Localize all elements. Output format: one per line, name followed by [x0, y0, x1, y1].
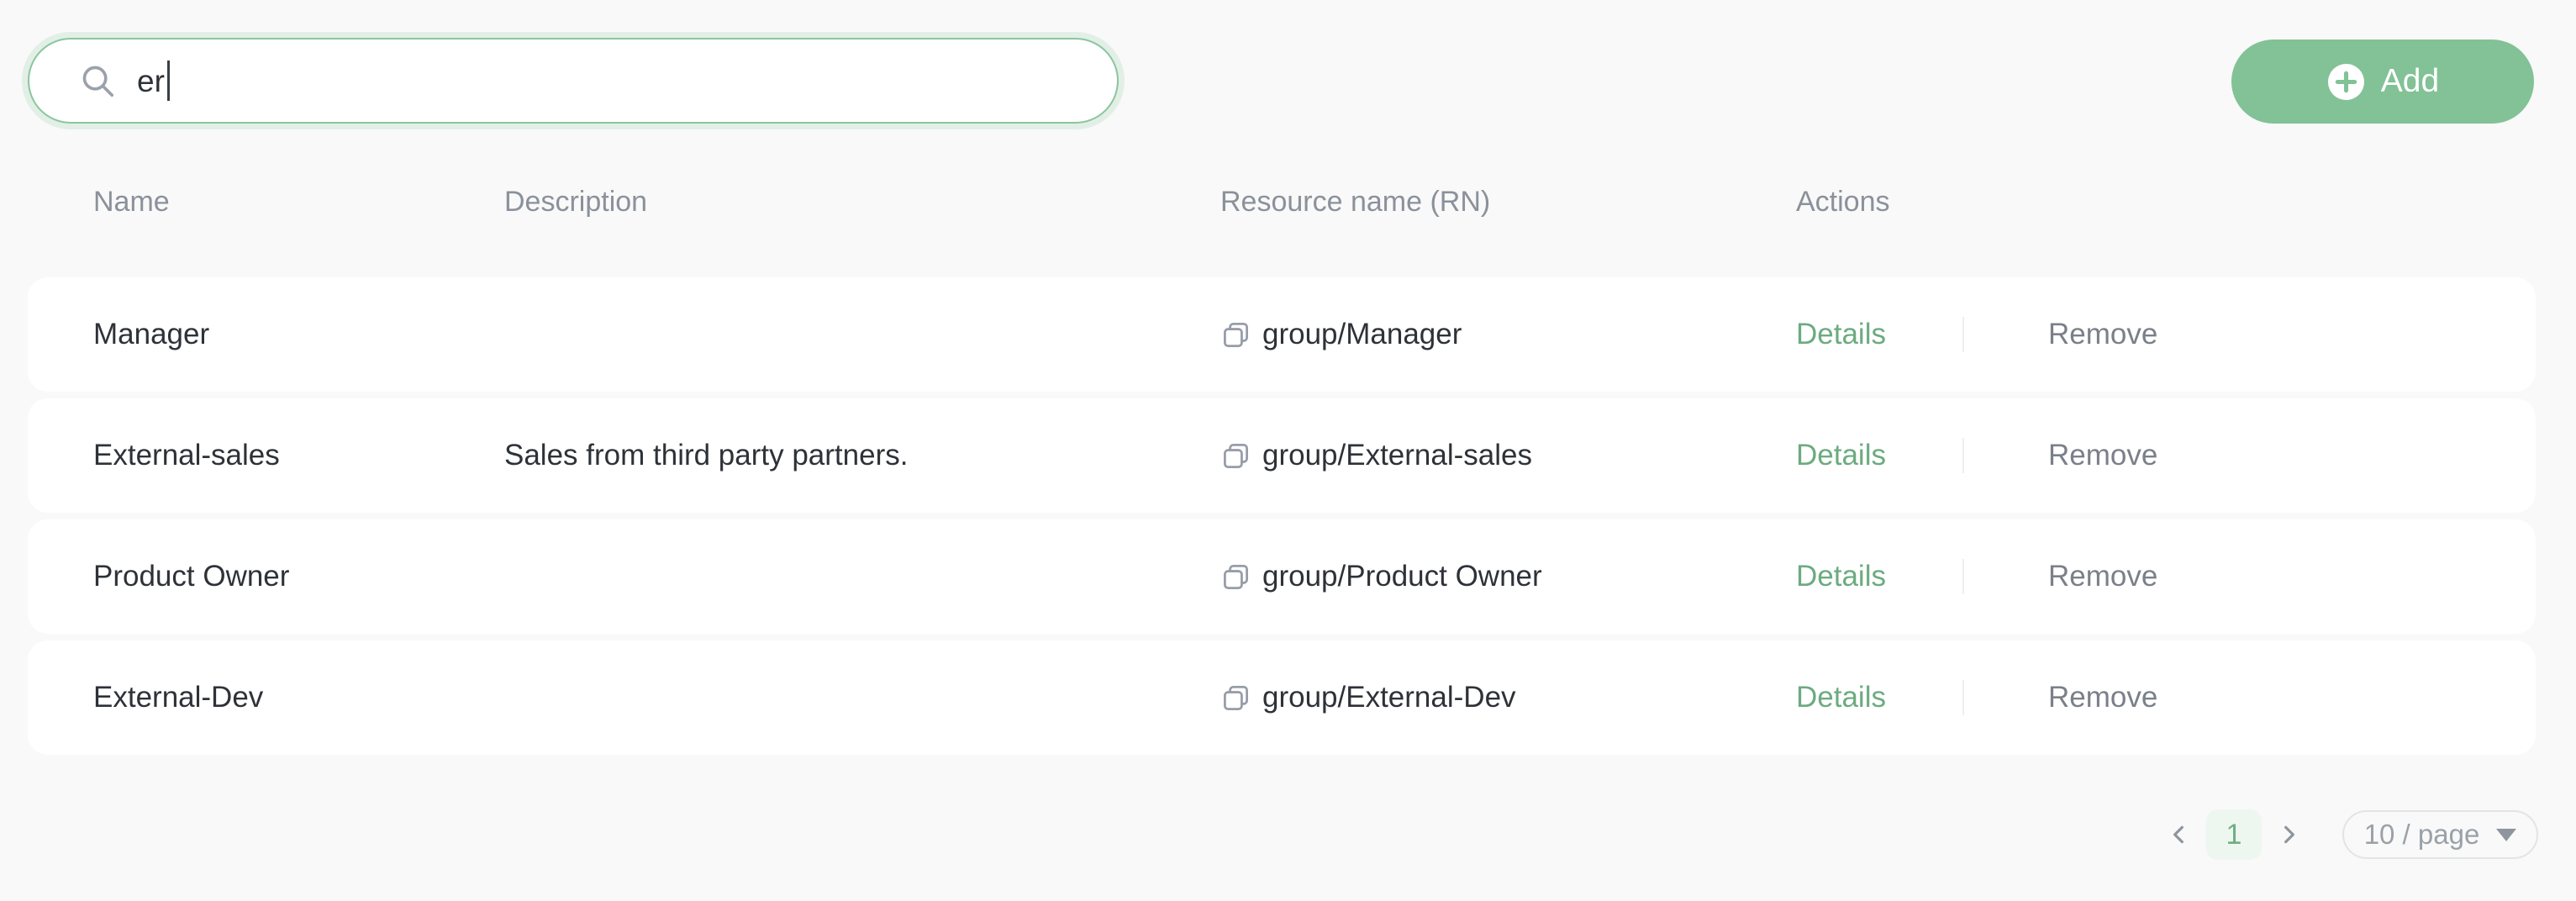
pagination: 1 10 / page — [2166, 809, 2538, 860]
details-link[interactable]: Details — [1796, 318, 1962, 351]
next-page-button[interactable] — [2275, 809, 2302, 860]
chevron-left-icon — [2166, 821, 2193, 848]
remove-link[interactable]: Remove — [2048, 560, 2157, 593]
resource-name-cell: group/External-Dev — [1220, 681, 1796, 714]
resource-name-text: group/External-sales — [1262, 439, 1532, 472]
caret-down-icon — [2496, 829, 2516, 841]
table-row: Manager group/Manager Details Remove — [28, 277, 2536, 392]
remove-link[interactable]: Remove — [2048, 681, 2157, 714]
divider — [1962, 438, 1964, 473]
group-description: Sales from third party partners. — [504, 439, 1220, 472]
details-link[interactable]: Details — [1796, 560, 1962, 593]
divider — [1962, 680, 1964, 715]
search-input[interactable]: er — [28, 38, 1119, 124]
add-button-label: Add — [2381, 63, 2439, 100]
resource-name-text: group/External-Dev — [1262, 681, 1516, 714]
remove-link[interactable]: Remove — [2048, 439, 2157, 472]
details-link[interactable]: Details — [1796, 439, 1962, 472]
chevron-right-icon — [2275, 821, 2302, 848]
resource-name-text: group/Manager — [1262, 318, 1462, 351]
page-size-value: 10 / page — [2364, 819, 2480, 851]
group-name: Product Owner — [93, 560, 504, 593]
copy-icon[interactable] — [1220, 440, 1251, 472]
table-row: Product Owner group/Product Owner Detail… — [28, 519, 2536, 634]
divider — [1962, 559, 1964, 594]
column-header-actions: Actions — [1796, 186, 2536, 219]
column-header-rn: Resource name (RN) — [1220, 186, 1796, 219]
page-size-select[interactable]: 10 / page — [2342, 810, 2538, 859]
copy-icon[interactable] — [1220, 682, 1251, 714]
search-icon — [78, 61, 117, 100]
table-header: Name Description Resource name (RN) Acti… — [28, 172, 2536, 231]
group-name: External-sales — [93, 439, 504, 472]
table-body: Manager group/Manager Details Remove Ext… — [28, 277, 2536, 755]
remove-link[interactable]: Remove — [2048, 318, 2157, 351]
plus-icon — [2326, 62, 2366, 102]
table-row: External-Dev group/External-Dev Details … — [28, 640, 2536, 755]
table-row: External-sales Sales from third party pa… — [28, 398, 2536, 513]
previous-page-button[interactable] — [2166, 809, 2193, 860]
resource-name-cell: group/Manager — [1220, 318, 1796, 351]
text-caret — [167, 61, 170, 101]
divider — [1962, 317, 1964, 352]
resource-name-cell: group/Product Owner — [1220, 560, 1796, 593]
add-button[interactable]: Add — [2231, 40, 2534, 124]
column-header-description: Description — [504, 186, 1220, 219]
copy-icon[interactable] — [1220, 561, 1251, 593]
details-link[interactable]: Details — [1796, 681, 1962, 714]
group-name: External-Dev — [93, 681, 504, 714]
group-name: Manager — [93, 318, 504, 351]
page-number-button[interactable]: 1 — [2206, 809, 2262, 860]
column-header-name: Name — [93, 186, 504, 219]
resource-name-cell: group/External-sales — [1220, 439, 1796, 472]
resource-name-text: group/Product Owner — [1262, 560, 1542, 593]
search-input-value: er — [137, 66, 165, 97]
copy-icon[interactable] — [1220, 319, 1251, 350]
